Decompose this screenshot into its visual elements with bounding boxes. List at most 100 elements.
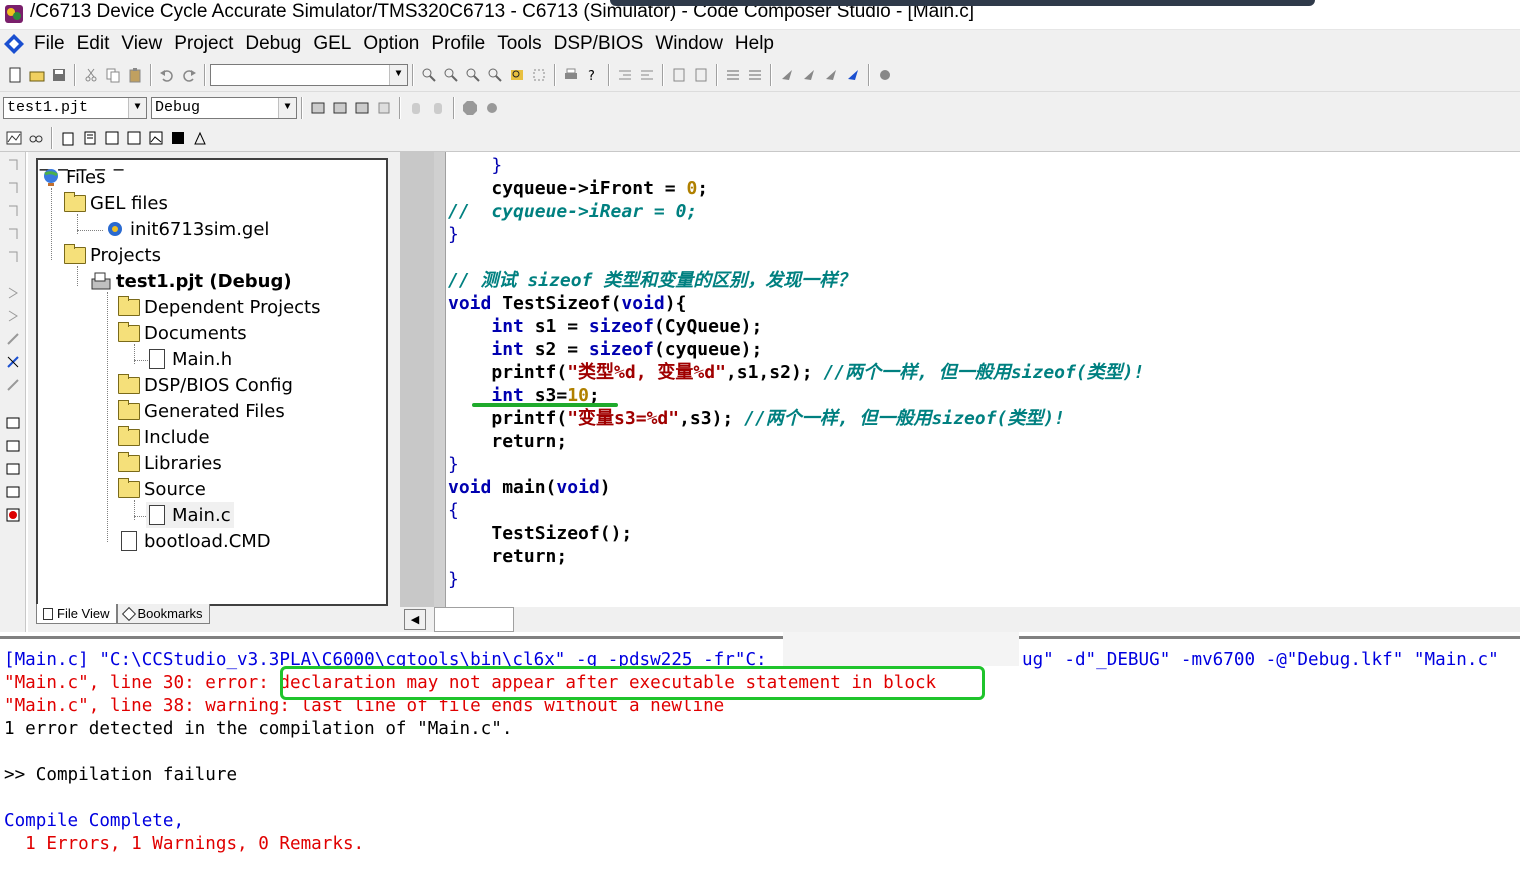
rebuild-all-icon[interactable] <box>352 98 372 118</box>
menu-help[interactable]: Help <box>729 30 780 58</box>
save-icon[interactable] <box>49 65 69 85</box>
tree-item-bootload-cmd[interactable]: bootload.CMD <box>118 528 271 554</box>
watch-icon[interactable] <box>875 65 895 85</box>
record-icon[interactable] <box>2 505 24 525</box>
help-icon[interactable]: ? <box>583 65 603 85</box>
collapse-icon[interactable]: − <box>112 160 125 179</box>
hand-icon[interactable] <box>406 98 426 118</box>
outdent-icon[interactable] <box>615 65 635 85</box>
toggle-bookmark-icon[interactable] <box>669 65 689 85</box>
menu-view[interactable]: View <box>115 30 168 58</box>
incremental-build-icon[interactable] <box>330 98 350 118</box>
find-next-icon[interactable] <box>441 65 461 85</box>
tree-item-gel-file[interactable]: init6713sim.gel <box>104 216 269 242</box>
undo-icon[interactable] <box>157 65 177 85</box>
menu-project[interactable]: Project <box>168 30 239 58</box>
next-bookmark-icon[interactable] <box>691 65 711 85</box>
tree-item-libraries[interactable]: Libraries <box>118 450 222 476</box>
find-highlight-icon[interactable] <box>507 65 527 85</box>
step-into-icon[interactable] <box>2 155 24 175</box>
view-memory-icon[interactable] <box>2 413 24 433</box>
menu-profile[interactable]: Profile <box>425 30 491 58</box>
tab-file-view[interactable]: File View <box>36 604 117 624</box>
tree-item-dependent-projects[interactable]: Dependent Projects <box>118 294 321 320</box>
memory-icon[interactable] <box>80 128 100 148</box>
paste-icon[interactable] <box>125 65 145 85</box>
editor-tab-area[interactable] <box>434 607 514 632</box>
stack-icon[interactable] <box>168 128 188 148</box>
menu-logo-icon[interactable] <box>0 30 28 58</box>
menu-gel[interactable]: GEL <box>307 30 357 58</box>
assembly-step-icon[interactable] <box>2 247 24 267</box>
step-icon[interactable] <box>799 65 819 85</box>
menu-option[interactable]: Option <box>357 30 425 58</box>
breakpoint-tool-icon[interactable] <box>428 98 448 118</box>
copy-icon[interactable] <box>103 65 123 85</box>
find-icon[interactable] <box>419 65 439 85</box>
tree-item-include[interactable]: Include <box>118 424 210 450</box>
bookmark-icon[interactable] <box>529 65 549 85</box>
graph-icon[interactable] <box>4 128 24 148</box>
project-combo[interactable]: test1.pjt ▼ <box>3 97 147 119</box>
find-in-files-icon[interactable] <box>485 65 505 85</box>
editor-horizontal-scrollbar[interactable]: ◀ <box>400 607 1520 632</box>
menu-edit[interactable]: Edit <box>71 30 116 58</box>
menu-file[interactable]: File <box>28 30 71 58</box>
watch-glasses-icon[interactable] <box>26 128 46 148</box>
redo-icon[interactable] <box>179 65 199 85</box>
scroll-left-icon[interactable]: ◀ <box>404 609 426 630</box>
uncomment-icon[interactable] <box>745 65 765 85</box>
tree-item-generated-files[interactable]: Generated Files <box>118 398 285 424</box>
tree-item-main-c[interactable]: Main.c <box>146 502 234 528</box>
tree-item-projects[interactable]: Projects <box>64 242 161 268</box>
tree-item-gel-files[interactable]: GEL files <box>64 190 168 216</box>
ccs-app-icon[interactable] <box>4 4 24 24</box>
disassembly-icon[interactable] <box>124 128 144 148</box>
menu-tools[interactable]: Tools <box>491 30 547 58</box>
config-combo[interactable]: Debug ▼ <box>151 97 297 119</box>
step-out-icon[interactable] <box>843 65 863 85</box>
tree-item-project[interactable]: test1.pjt (Debug) <box>90 268 292 294</box>
chevron-down-icon[interactable]: ▼ <box>389 64 407 85</box>
tree-item-dspbios-config[interactable]: DSP/BIOS Config <box>118 372 293 398</box>
code-editor[interactable]: } cyqueue->iFront = 0; // cyqueue->iRear… <box>446 152 1520 607</box>
chevron-down-icon[interactable]: ▼ <box>278 98 296 118</box>
tree-item-main-h[interactable]: Main.h <box>146 346 232 372</box>
animate-icon[interactable] <box>2 329 24 349</box>
toggle-breakpoint-icon[interactable] <box>2 352 24 372</box>
image-view-icon[interactable] <box>146 128 166 148</box>
halt-icon[interactable] <box>460 98 480 118</box>
menu-debug[interactable]: Debug <box>239 30 307 58</box>
search-combo[interactable]: ▼ <box>210 63 408 86</box>
remove-breakpoints-icon[interactable] <box>2 375 24 395</box>
clipboard-icon[interactable] <box>58 128 78 148</box>
run-icon[interactable] <box>2 283 24 303</box>
step-over-icon[interactable] <box>2 178 24 198</box>
menu-window[interactable]: Window <box>649 30 729 58</box>
halt-icon[interactable] <box>2 306 24 326</box>
stop-build-icon[interactable] <box>374 98 394 118</box>
compile-file-icon[interactable] <box>308 98 328 118</box>
cut-icon[interactable] <box>81 65 101 85</box>
registers-icon[interactable] <box>102 128 122 148</box>
tab-bookmarks[interactable]: Bookmarks <box>116 604 210 624</box>
step-over-icon[interactable] <box>821 65 841 85</box>
new-file-icon[interactable] <box>5 65 25 85</box>
options-icon[interactable] <box>482 98 502 118</box>
tree-item-source[interactable]: Source <box>118 476 206 502</box>
view-registers-icon[interactable] <box>2 436 24 456</box>
run-to-cursor-icon[interactable] <box>2 224 24 244</box>
chevron-down-icon[interactable]: ▼ <box>128 98 146 118</box>
tree-item-files[interactable]: Files <box>40 164 106 190</box>
open-folder-icon[interactable] <box>27 65 47 85</box>
run-to-cursor-icon[interactable] <box>777 65 797 85</box>
view-watch-icon[interactable] <box>2 459 24 479</box>
panel-splitter[interactable] <box>400 152 434 632</box>
indent-icon[interactable] <box>637 65 657 85</box>
print-icon[interactable] <box>561 65 581 85</box>
menu-dspbios[interactable]: DSP/BIOS <box>548 30 650 58</box>
view-call-stack-icon[interactable] <box>2 482 24 502</box>
editor-gutter[interactable] <box>434 152 446 607</box>
step-out-icon[interactable] <box>2 201 24 221</box>
tree-item-documents[interactable]: Documents <box>118 320 247 346</box>
